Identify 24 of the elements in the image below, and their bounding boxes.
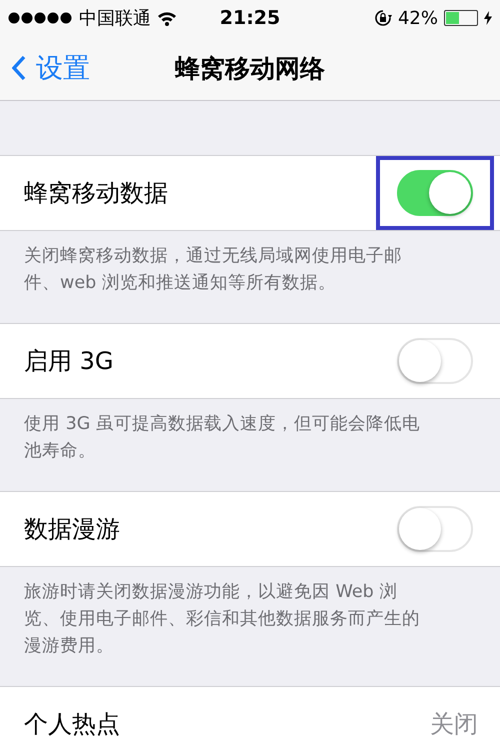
footer-note: 关闭蜂窝移动数据，通过无线局域网使用电子邮件、web 浏览和推送通知等所有数据。 xyxy=(24,246,402,293)
settings-row[interactable]: 数据漫游 xyxy=(0,491,500,567)
status-time: 21:25 xyxy=(220,7,280,29)
charging-bolt-icon xyxy=(484,11,492,25)
carrier-name: 中国联通 xyxy=(79,7,151,30)
wifi-icon xyxy=(157,10,177,26)
settings-row[interactable]: 蜂窝移动数据 xyxy=(0,155,500,231)
row-value: 关闭 xyxy=(430,709,478,740)
rotation-lock-icon xyxy=(374,9,392,27)
row-label: 数据漫游 xyxy=(24,514,120,545)
battery-percent: 42% xyxy=(398,8,438,28)
toggle-switch[interactable] xyxy=(397,170,473,216)
settings-row[interactable]: 启用 3G xyxy=(0,323,500,399)
signal-icon xyxy=(8,12,73,24)
battery-icon xyxy=(444,10,478,26)
footer-note: 使用 3G 虽可提高数据载入速度，但可能会降低电池寿命。 xyxy=(24,414,420,461)
footer-note: 旅游时请关闭数据漫游功能，以避免因 Web 浏览、使用电子邮件、彩信和其他数据服务而产生的漫游费用。 xyxy=(24,582,420,656)
row-label: 蜂窝移动数据 xyxy=(24,178,168,209)
chevron-left-icon xyxy=(12,55,26,81)
row-label: 个人热点 xyxy=(24,709,120,740)
row-label: 启用 3G xyxy=(24,346,114,377)
settings-row[interactable]: 个人热点 关闭 xyxy=(0,686,500,750)
back-button[interactable]: 设置 xyxy=(0,50,90,86)
page-title: 蜂窝移动网络 xyxy=(175,52,325,84)
